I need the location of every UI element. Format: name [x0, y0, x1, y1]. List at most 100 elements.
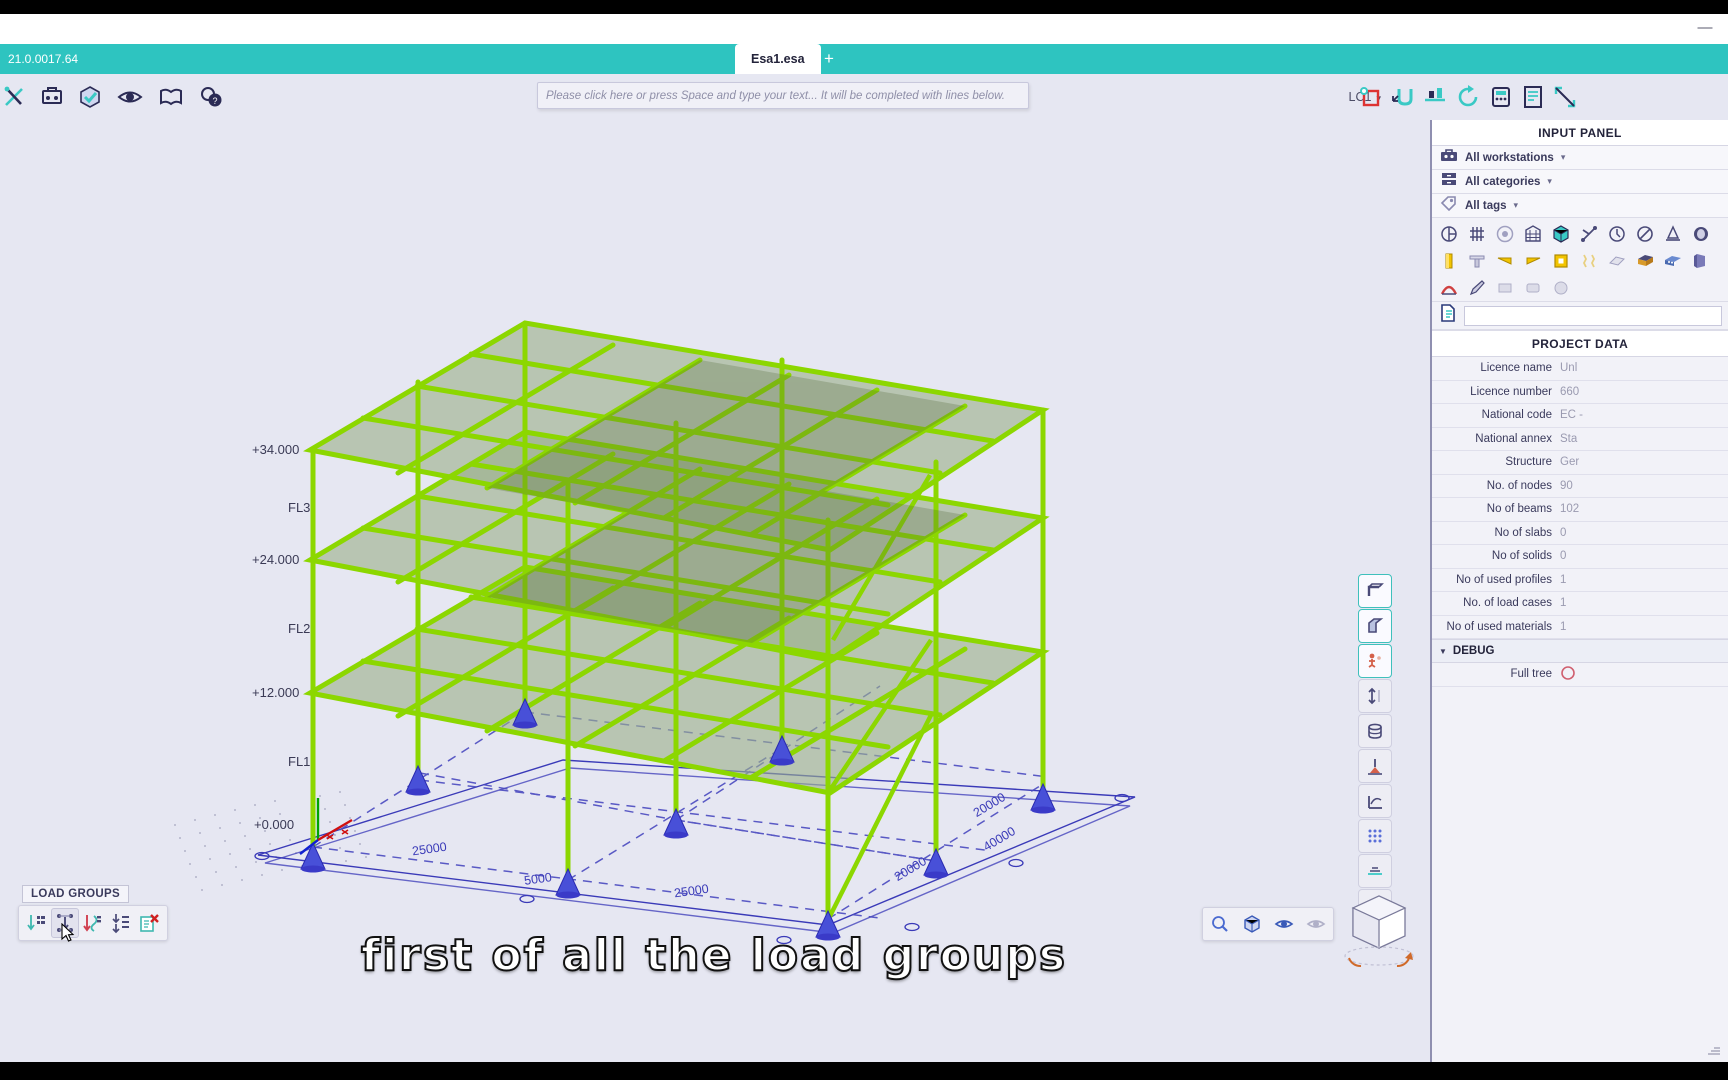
load-cases-icon[interactable]: [23, 908, 51, 938]
project-data-title: PROJECT DATA: [1432, 331, 1728, 357]
row-value: 0: [1560, 550, 1567, 563]
row-label: No of solids: [1491, 550, 1552, 563]
project-data-row[interactable]: National annex Sta: [1432, 428, 1728, 451]
dimension-icon[interactable]: [1358, 679, 1392, 713]
refresh-icon[interactable]: [1453, 82, 1483, 112]
level-label: FL1: [288, 754, 311, 769]
scissors-wand-icon[interactable]: [0, 82, 30, 112]
bearing-icon[interactable]: [1690, 223, 1712, 245]
target-icon[interactable]: [1494, 223, 1516, 245]
fit-view-icon[interactable]: [1358, 854, 1392, 888]
command-input[interactable]: Please click here or press Space and typ…: [537, 82, 1029, 109]
circle-cut-icon[interactable]: [1438, 223, 1460, 245]
project-data-row[interactable]: No of solids 0: [1432, 545, 1728, 569]
haunch-left-icon[interactable]: [1494, 250, 1516, 272]
project-data-row[interactable]: Licence name Unl: [1432, 357, 1728, 381]
filter-label: All workstations: [1465, 151, 1554, 164]
check-cube-icon[interactable]: [75, 82, 105, 112]
dots-grid-icon[interactable]: [1358, 819, 1392, 853]
wall-panel-icon[interactable]: [1690, 250, 1712, 272]
section-view-icon[interactable]: [1358, 574, 1392, 608]
support-icon[interactable]: [1662, 223, 1684, 245]
beam-blue-icon[interactable]: [1662, 250, 1684, 272]
project-data-row[interactable]: No. of load cases 1: [1432, 592, 1728, 616]
project-data-row[interactable]: No of slabs 0: [1432, 522, 1728, 545]
filter-all-tags[interactable]: All tags ▾: [1432, 194, 1728, 218]
pin-support-icon[interactable]: [1358, 749, 1392, 783]
filter-label: All categories: [1465, 175, 1541, 188]
visibility-eye-icon[interactable]: [1273, 913, 1295, 935]
row-value: 0: [1560, 526, 1567, 539]
pen-icon[interactable]: [1466, 277, 1488, 299]
project-box-icon[interactable]: [37, 82, 67, 112]
minimize-icon[interactable]: —: [1692, 18, 1718, 38]
document-search-icon[interactable]: [1438, 303, 1458, 328]
result-classes-icon[interactable]: [107, 908, 135, 938]
navigation-cube[interactable]: [1335, 888, 1423, 970]
building-frame-icon[interactable]: [1522, 223, 1544, 245]
project-data-row[interactable]: Structure Ger: [1432, 451, 1728, 475]
report-icon[interactable]: [1518, 82, 1548, 112]
undo-u-icon[interactable]: [1388, 82, 1418, 112]
filter-all-categories[interactable]: All categories ▾: [1432, 170, 1728, 194]
load-combinations-icon[interactable]: [79, 908, 107, 938]
level-label: +12.000: [252, 685, 300, 700]
beam-brown-icon[interactable]: [1634, 250, 1656, 272]
grey-b-icon[interactable]: [1522, 277, 1544, 299]
load-groups-tooltip: LOAD GROUPS: [22, 885, 129, 903]
grid-icon[interactable]: [1466, 223, 1488, 245]
new-tab-button[interactable]: +: [818, 44, 840, 74]
debug-section-header[interactable]: ▼ DEBUG: [1432, 639, 1728, 663]
ghost-eye-icon[interactable]: [1305, 913, 1327, 935]
grey-a-icon[interactable]: [1494, 277, 1516, 299]
tag-icon: [1440, 195, 1458, 216]
align-icon[interactable]: [1420, 82, 1450, 112]
expand-icon[interactable]: [1550, 82, 1580, 112]
column-yellow-icon[interactable]: [1438, 250, 1460, 272]
clock-icon[interactable]: [1606, 223, 1628, 245]
project-data-row[interactable]: No of used materials 1: [1432, 616, 1728, 639]
calculate-icon[interactable]: [1486, 82, 1516, 112]
hollow-section-icon[interactable]: [1550, 250, 1572, 272]
project-data-row[interactable]: No. of nodes 90: [1432, 475, 1728, 498]
zoom-search-icon[interactable]: [1209, 913, 1231, 935]
red-circle-toggle-icon[interactable]: [1560, 665, 1728, 684]
footing-icon[interactable]: [1466, 250, 1488, 272]
level-label: FL3: [288, 500, 311, 515]
chart-icon[interactable]: [1358, 784, 1392, 818]
project-data-row[interactable]: National code EC -: [1432, 404, 1728, 428]
filter-all-workstations[interactable]: All workstations ▾: [1432, 146, 1728, 170]
project-data-row[interactable]: No of beams 102: [1432, 498, 1728, 522]
level-label: +24.000: [252, 552, 300, 567]
prohibit-icon[interactable]: [1634, 223, 1656, 245]
application-window: — 21.0.0017.64 Esa1.esa + ? LC1 ▾ Please…: [0, 0, 1728, 1080]
plate-icon[interactable]: [1606, 250, 1628, 272]
search-input[interactable]: [1464, 305, 1722, 326]
row-value: 90: [1560, 479, 1573, 492]
member-view-icon[interactable]: [1358, 609, 1392, 643]
debug-row-full-tree[interactable]: Full tree: [1432, 663, 1728, 687]
grey-c-icon[interactable]: [1550, 277, 1572, 299]
node-link-icon[interactable]: [1578, 223, 1600, 245]
right-dock-panel: INPUT PANEL All workstations ▾ All categ…: [1430, 120, 1728, 1062]
resize-grip-icon[interactable]: [1706, 1040, 1722, 1056]
project-data-row[interactable]: Licence number 660: [1432, 381, 1728, 404]
delete-loads-icon[interactable]: [135, 908, 163, 938]
render-cube-icon[interactable]: [1241, 913, 1263, 935]
help-bubble-icon[interactable]: ?: [196, 82, 226, 112]
project-data-row[interactable]: No of used profiles 1: [1432, 569, 1728, 592]
book-icon[interactable]: [156, 82, 186, 112]
solid-cube-icon[interactable]: [1550, 223, 1572, 245]
level-label: +34.000: [252, 442, 300, 457]
arch-red-icon[interactable]: [1438, 277, 1460, 299]
eye-icon[interactable]: [115, 82, 145, 112]
red-square-node-icon[interactable]: [1356, 82, 1386, 112]
layers-icon[interactable]: [1358, 714, 1392, 748]
spring-pair-icon[interactable]: [1578, 250, 1600, 272]
input-panel-title: INPUT PANEL: [1432, 120, 1728, 146]
tab-esa1[interactable]: Esa1.esa: [735, 44, 821, 74]
row-label: Licence name: [1480, 362, 1552, 375]
project-data-rows: Licence name Unl Licence number 660 Nati…: [1432, 357, 1728, 639]
haunch-right-icon[interactable]: [1522, 250, 1544, 272]
person-scale-icon[interactable]: [1358, 644, 1392, 678]
